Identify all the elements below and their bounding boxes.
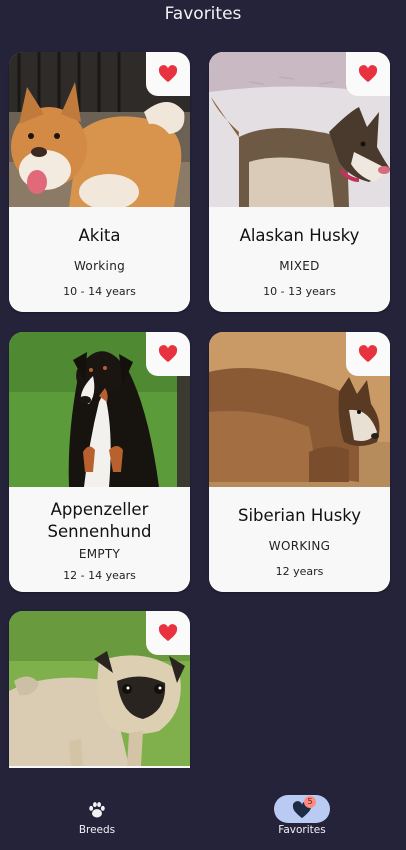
breed-life-span: 10 - 13 years: [263, 285, 336, 298]
breed-life-span: 12 years: [275, 565, 324, 578]
breed-group: WORKING: [268, 539, 331, 553]
favorite-toggle[interactable]: [146, 332, 190, 376]
breed-info: Appenzeller Sennenhund EMPTY 12 - 14 yea…: [9, 487, 190, 592]
nav-item-breeds[interactable]: Breeds: [37, 768, 157, 850]
breed-life-span: 10 - 14 years: [63, 285, 136, 298]
nav-label: Favorites: [278, 824, 326, 836]
heart-icon: [158, 624, 178, 642]
breed-life-span: 12 - 14 years: [63, 569, 136, 582]
breed-card-pug[interactable]: [9, 611, 190, 768]
breed-name: Alaskan Husky: [239, 226, 360, 245]
breed-info: Siberian Husky WORKING 12 years: [209, 487, 390, 592]
breed-info: Akita Working 10 - 14 years: [9, 207, 190, 312]
favorite-toggle[interactable]: [346, 332, 390, 376]
breed-name: Appenzeller Sennenhund: [47, 500, 152, 541]
paw-icon: [89, 802, 105, 818]
breed-group: EMPTY: [78, 547, 121, 561]
bottom-navigation: Breeds 5 Favorites: [0, 768, 406, 850]
breed-card-akita[interactable]: Akita Working 10 - 14 years: [9, 52, 190, 312]
top-app-bar: Favorites: [0, 0, 406, 30]
heart-icon: [158, 345, 178, 363]
breed-name: Siberian Husky: [237, 506, 362, 525]
page-title: Favorites: [164, 4, 242, 24]
nav-item-favorites[interactable]: 5 Favorites: [242, 768, 362, 850]
favorite-toggle[interactable]: [146, 52, 190, 96]
heart-icon: [358, 65, 378, 83]
breed-info: Alaskan Husky MIXED 10 - 13 years: [209, 207, 390, 312]
favorite-toggle[interactable]: [146, 611, 190, 655]
heart-icon: [358, 345, 378, 363]
favorite-toggle[interactable]: [346, 52, 390, 96]
favorites-grid[interactable]: Akita Working 10 - 14 years Alaskan Husk…: [0, 30, 406, 768]
breed-name: Akita: [78, 226, 121, 245]
breed-group: Working: [73, 259, 126, 273]
breed-card-alaskan-husky[interactable]: Alaskan Husky MIXED 10 - 13 years: [209, 52, 390, 312]
nav-label: Breeds: [78, 824, 116, 836]
breed-group: MIXED: [279, 259, 320, 273]
heart-icon: [158, 65, 178, 83]
favorites-count-badge: 5: [304, 796, 316, 808]
breed-card-siberian-husky[interactable]: Siberian Husky WORKING 12 years: [209, 332, 390, 592]
breed-card-appenzeller-sennenhund[interactable]: Appenzeller Sennenhund EMPTY 12 - 14 yea…: [9, 332, 190, 592]
